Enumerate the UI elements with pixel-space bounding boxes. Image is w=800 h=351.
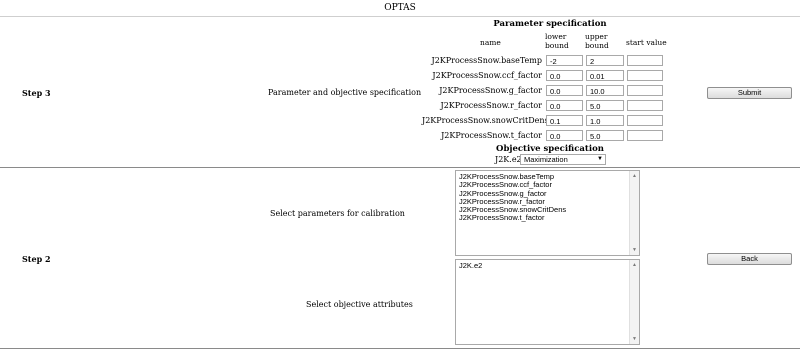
column-header-upper-bound: upper bound: [585, 32, 609, 50]
vertical-scrollbar[interactable]: ▲ ▼: [629, 260, 639, 344]
start-value-input[interactable]: [627, 85, 663, 96]
step3-description: Parameter and objective specification: [268, 88, 422, 97]
parameter-list: J2KProcessSnow.baseTemp J2KProcessSnow.c…: [459, 172, 566, 223]
list-item[interactable]: J2KProcessSnow.t_factor: [459, 214, 566, 223]
scroll-down-icon[interactable]: ▼: [630, 246, 639, 254]
chevron-down-icon: ▼: [597, 156, 603, 162]
upper-bound-input[interactable]: 0.01: [586, 70, 624, 81]
lower-bound-input[interactable]: 0.0: [546, 85, 583, 96]
upper-bound-input[interactable]: 10.0: [586, 85, 624, 96]
param-name: J2KProcessSnow.t_factor: [441, 131, 542, 140]
start-value-input[interactable]: [627, 115, 663, 126]
param-name: J2KProcessSnow.g_factor: [439, 86, 542, 95]
objective-specification-heading: Objective specification: [496, 144, 604, 154]
back-button[interactable]: Back: [707, 253, 792, 265]
scroll-up-icon[interactable]: ▲: [630, 261, 639, 269]
step-divider: [0, 167, 800, 168]
page-title: OPTAS: [384, 3, 416, 13]
lower-bound-input[interactable]: 0.0: [546, 70, 583, 81]
start-value-input[interactable]: [627, 100, 663, 111]
column-header-start-value: start value: [626, 38, 667, 47]
objective-mode-select[interactable]: Maximization ▼: [520, 154, 606, 165]
lower-bound-input[interactable]: -2: [546, 55, 583, 66]
vertical-scrollbar[interactable]: ▲ ▼: [629, 171, 639, 255]
objective-list: J2K.e2: [459, 261, 482, 270]
step3-label: Step 3: [22, 88, 51, 98]
param-name: J2KProcessSnow.r_factor: [440, 101, 542, 110]
param-name: J2KProcessSnow.ccf_factor: [432, 71, 542, 80]
lower-bound-input[interactable]: 0.0: [546, 130, 583, 141]
lower-bound-input[interactable]: 0.0: [546, 100, 583, 111]
start-value-input[interactable]: [627, 55, 663, 66]
param-name: J2KProcessSnow.baseTemp: [431, 56, 543, 65]
objective-name: J2K.e2: [495, 155, 522, 164]
list-item[interactable]: J2K.e2: [459, 261, 482, 270]
column-header-lower-bound: lower bound: [545, 32, 569, 50]
select-objective-label: Select objective attributes: [306, 300, 413, 309]
title-divider: [0, 16, 800, 17]
scroll-up-icon[interactable]: ▲: [630, 172, 639, 180]
objective-mode-value: Maximization: [524, 155, 568, 164]
upper-bound-input[interactable]: 2: [586, 55, 624, 66]
parameter-specification-heading: Parameter specification: [493, 19, 607, 29]
lower-bound-input[interactable]: 0.1: [546, 115, 583, 126]
upper-bound-input[interactable]: 1.0: [586, 115, 624, 126]
start-value-input[interactable]: [627, 70, 663, 81]
submit-button[interactable]: Submit: [707, 87, 792, 99]
scroll-down-icon[interactable]: ▼: [630, 335, 639, 343]
bottom-divider: [0, 348, 800, 349]
objective-listbox[interactable]: J2K.e2 ▲ ▼: [455, 259, 640, 345]
select-parameters-label: Select parameters for calibration: [270, 209, 405, 218]
step2-label: Step 2: [22, 254, 51, 264]
upper-bound-input[interactable]: 5.0: [586, 130, 624, 141]
column-header-name: name: [480, 38, 501, 47]
upper-bound-input[interactable]: 5.0: [586, 100, 624, 111]
start-value-input[interactable]: [627, 130, 663, 141]
param-name: J2KProcessSnow.snowCritDens: [422, 116, 549, 125]
parameter-listbox[interactable]: J2KProcessSnow.baseTemp J2KProcessSnow.c…: [455, 170, 640, 256]
